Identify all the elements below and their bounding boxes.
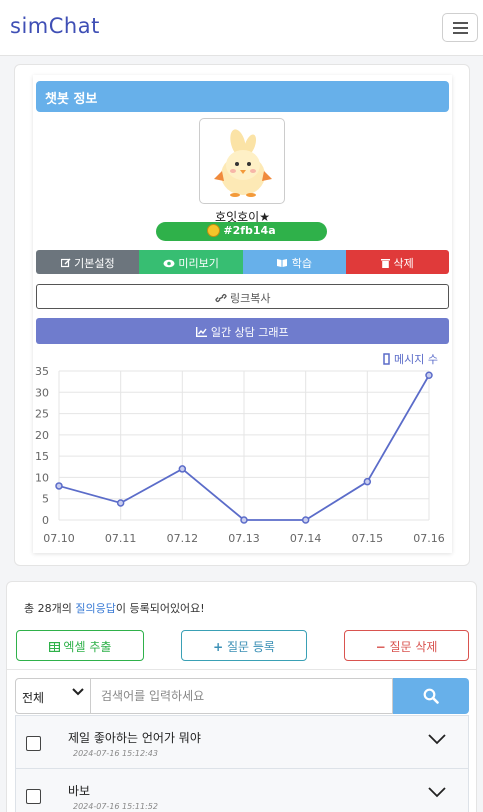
delete-label: 삭제	[393, 257, 414, 270]
x-tick-label: 07.16	[413, 532, 445, 545]
search-icon	[423, 688, 439, 704]
link-copy-label: 링크복사	[230, 292, 271, 305]
daily-consult-line-chart: 0 5 10 15 20 25 30 35 07.10 07.11 07.12 07.13 07.14 0…	[35, 353, 445, 545]
eye-icon	[163, 259, 175, 268]
question-timestamp: 2024-07-16 15:11:52	[73, 802, 158, 811]
y-tick-label: 35	[35, 365, 49, 378]
data-point	[116, 499, 125, 507]
qa-list: 제일 좋아하는 언어가 뭐야 2024-07-16 15:12:43 바보 20…	[15, 715, 469, 812]
summary-prefix: 총 28개의	[24, 602, 76, 615]
edit-icon	[60, 258, 71, 268]
legend-label: 메시지 수	[394, 353, 438, 366]
search-button[interactable]	[393, 678, 469, 714]
row-checkbox[interactable]	[26, 789, 41, 804]
filter-selected-value: 전체	[22, 691, 45, 705]
y-tick-label: 25	[35, 408, 49, 421]
delete-question-label: 질문 삭제	[389, 640, 438, 654]
y-tick-label: 5	[42, 493, 49, 506]
excel-export-label: 엑셀 추출	[63, 640, 112, 654]
x-tick-label: 07.10	[43, 532, 75, 545]
data-point	[425, 371, 433, 380]
delete-question-button[interactable]: − 질문 삭제	[344, 630, 469, 661]
divider	[7, 669, 476, 670]
table-icon	[48, 642, 60, 653]
add-question-button[interactable]: + 질문 등록	[181, 630, 307, 661]
bot-avatar	[199, 118, 285, 204]
filter-select[interactable]: 전체	[15, 678, 91, 714]
settings-button[interactable]: 기본설정	[36, 250, 140, 274]
minus-icon: −	[375, 640, 386, 654]
search-bar: 전체	[15, 678, 469, 714]
hamburger-icon	[453, 22, 468, 24]
chick-badge-icon	[207, 224, 221, 237]
x-tick-label: 07.14	[290, 532, 322, 545]
line-chart-icon	[196, 327, 208, 337]
book-icon	[277, 259, 288, 267]
question-text: 제일 좋아하는 언어가 뭐야	[68, 731, 201, 745]
learn-label: 학습	[291, 257, 312, 270]
trash-icon	[381, 259, 390, 268]
y-tick-label: 15	[35, 450, 49, 463]
x-tick-label: 07.15	[352, 532, 384, 545]
x-tick-label: 07.12	[167, 532, 199, 545]
qa-card: 총 28개의 질의응답이 등록되어있어요! 엑셀 추출 + 질문 등록 − 질문…	[6, 581, 477, 812]
info-header: 챗봇 정보	[36, 81, 449, 112]
data-point	[178, 465, 187, 473]
search-input[interactable]	[91, 678, 393, 714]
daily-graph-button[interactable]: 일간 상담 그래프	[36, 318, 449, 344]
preview-label: 미리보기	[178, 257, 219, 270]
y-tick-label: 10	[35, 471, 49, 484]
brand-logo[interactable]: simChat	[10, 14, 100, 38]
summary-suffix: 이 등록되어있어요!	[115, 602, 205, 615]
y-tick-label: 20	[35, 429, 49, 442]
chevron-down-icon	[72, 688, 84, 696]
chick-icon	[214, 129, 272, 197]
data-point	[240, 516, 248, 524]
y-tick-label: 30	[35, 386, 49, 399]
list-item[interactable]: 제일 좋아하는 언어가 뭐야 2024-07-16 15:12:43	[15, 715, 469, 769]
x-tick-label: 07.11	[105, 532, 136, 545]
settings-label: 기본설정	[74, 257, 115, 270]
chevron-down-icon[interactable]	[428, 734, 446, 745]
delete-bot-button[interactable]: 삭제	[345, 250, 449, 274]
bot-action-group: 기본설정 미리보기 학습 삭제	[36, 250, 449, 274]
legend-swatch	[383, 353, 390, 365]
plus-icon: +	[213, 640, 224, 654]
qa-summary: 총 28개의 질의응답이 등록되어있어요!	[24, 600, 205, 616]
link-icon	[214, 293, 227, 303]
learn-button[interactable]: 학습	[242, 250, 346, 274]
data-point	[301, 516, 310, 524]
row-checkbox[interactable]	[26, 736, 41, 751]
summary-highlight: 질의응답	[75, 602, 116, 615]
preview-button[interactable]: 미리보기	[139, 250, 243, 274]
data-point	[363, 477, 372, 486]
menu-toggle-button[interactable]	[442, 13, 478, 42]
x-tick-label: 07.13	[228, 532, 260, 545]
link-copy-button[interactable]: 링크복사	[36, 284, 449, 309]
list-item[interactable]: 바보 2024-07-16 15:11:52	[15, 769, 469, 812]
chatbot-info-card: 챗봇 정보 호잇호이★ #2fb14a 기본설정 미리보기 학습 삭제 링크복사…	[14, 64, 470, 566]
chatbot-info-panel: 챗봇 정보 호잇호이★ #2fb14a 기본설정 미리보기 학습 삭제 링크복사…	[33, 75, 452, 553]
question-timestamp: 2024-07-16 15:12:43	[73, 749, 158, 758]
data-point	[55, 482, 63, 490]
daily-graph-label: 일간 상담 그래프	[210, 326, 289, 339]
bot-id: #2fb14a	[223, 224, 276, 237]
bot-id-badge: #2fb14a	[156, 222, 327, 241]
excel-export-button[interactable]: 엑셀 추출	[16, 630, 144, 661]
top-navbar: simChat	[0, 0, 483, 56]
question-text: 바보	[68, 784, 91, 798]
chevron-down-icon[interactable]	[428, 787, 446, 798]
add-question-label: 질문 등록	[226, 640, 275, 654]
y-tick-label: 0	[42, 514, 49, 527]
